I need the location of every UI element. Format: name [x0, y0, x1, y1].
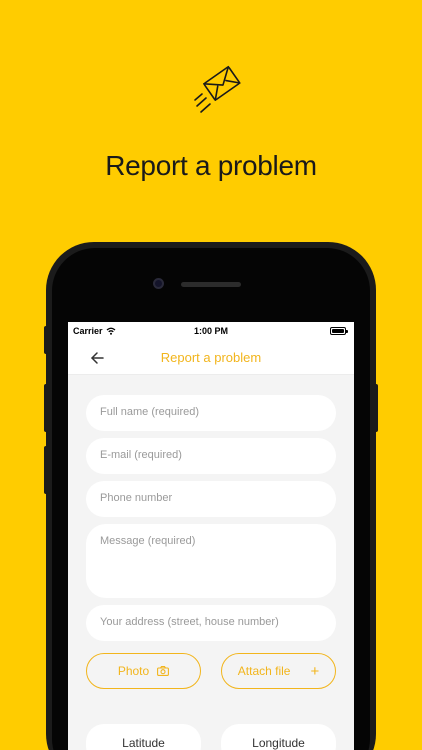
app-screen: Carrier 1:00 PM Report a problem Full na…: [68, 322, 354, 750]
camera-lens: [153, 278, 164, 289]
phone-side-button: [374, 384, 378, 432]
speaker-grille: [181, 282, 241, 287]
attach-file-label: Attach file: [237, 664, 291, 678]
phone-side-button: [44, 326, 48, 354]
report-form: Full name (required) E-mail (required) P…: [68, 395, 354, 750]
status-time: 1:00 PM: [193, 326, 228, 336]
email-placeholder: E-mail (required): [100, 449, 182, 461]
full-name-placeholder: Full name (required): [100, 406, 200, 418]
full-name-field[interactable]: Full name (required): [86, 395, 336, 431]
nav-bar: Report a problem: [68, 341, 354, 375]
message-field[interactable]: Message (required): [86, 524, 336, 598]
attachment-buttons: Photo Attach file +: [86, 653, 336, 689]
latitude-label: Latitude: [122, 736, 165, 750]
message-placeholder: Message (required): [100, 535, 196, 547]
phone-number-placeholder: Phone number: [100, 492, 173, 504]
page-headline: Report a problem: [105, 150, 317, 181]
address-placeholder: Your address (street, house number): [100, 616, 279, 628]
attach-file-button[interactable]: Attach file +: [221, 653, 336, 689]
battery-icon: [330, 327, 348, 335]
email-field[interactable]: E-mail (required): [86, 438, 336, 474]
latitude-field[interactable]: Latitude: [86, 724, 201, 750]
phone-side-button: [44, 446, 48, 494]
photo-button[interactable]: Photo: [86, 653, 201, 689]
longitude-field[interactable]: Longitude: [221, 724, 336, 750]
plus-icon: +: [310, 662, 320, 680]
camera-icon: [157, 666, 170, 676]
coordinates-row: Latitude Longitude: [86, 724, 336, 750]
phone-number-field[interactable]: Phone number: [86, 481, 336, 517]
address-field[interactable]: Your address (street, house number): [86, 605, 336, 641]
longitude-label: Longitude: [252, 736, 305, 750]
phone-side-button: [44, 384, 48, 432]
photo-button-label: Photo: [117, 664, 150, 678]
envelope-send-icon: [194, 65, 241, 113]
status-bar: Carrier 1:00 PM: [68, 322, 354, 341]
nav-title: Report a problem: [160, 350, 262, 365]
